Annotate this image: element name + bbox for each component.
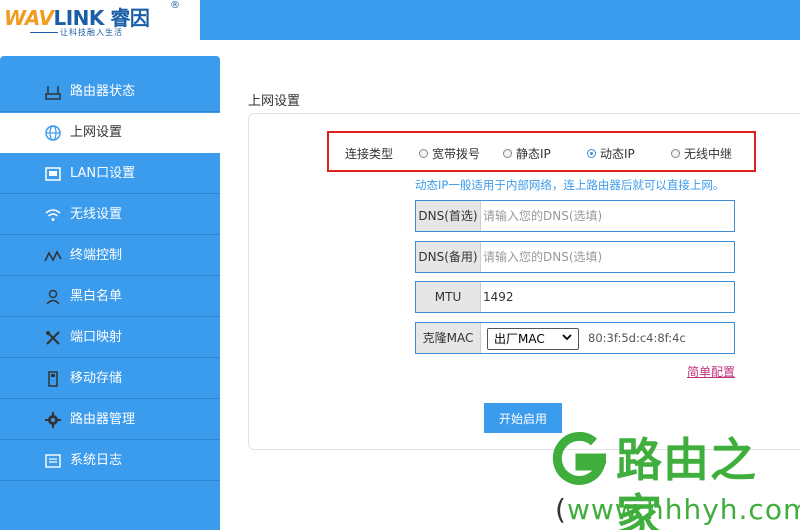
start-enable-button[interactable]: 开始启用 (484, 403, 562, 433)
sidebar-item-label: 黑白名单 (70, 289, 123, 304)
sidebar-item-label: 无线设置 (70, 207, 123, 222)
sidebar-item-system-log[interactable]: 系统日志 (0, 441, 220, 481)
dns-primary-field: DNS(首选) (415, 200, 735, 232)
radio-dynamic-ip[interactable]: 动态IP (587, 145, 635, 162)
sidebar-item-label: 上网设置 (70, 125, 123, 140)
mac-source-select[interactable]: 出厂MAC (487, 328, 579, 350)
dynamic-ip-hint: 动态IP一般适用于内部网络，连上路由器后就可以直接上网。 (415, 178, 725, 192)
watermark-url-open: ( (555, 493, 567, 526)
sidebar-item-port-mapping[interactable]: 端口映射 (0, 318, 220, 358)
sidebar-item-label: 端口映射 (70, 330, 123, 345)
sidebar-item-blacklist[interactable]: 黑白名单 (0, 277, 220, 317)
connection-type-label: 连接类型 (345, 147, 394, 161)
sidebar-item-label: 路由器状态 (70, 84, 136, 99)
sidebar: 路由器状态 上网设置 LAN口设置 无线设置 终端控制 黑白名单 端口映射 移动… (0, 56, 220, 530)
simple-config-link[interactable]: 简单配置 (687, 363, 735, 380)
sidebar-item-label: 路由器管理 (70, 412, 136, 427)
page-title: 上网设置 (248, 94, 301, 109)
mtu-field: MTU (415, 281, 735, 313)
sidebar-item-wireless-settings[interactable]: 无线设置 (0, 195, 220, 235)
radio-label: 静态IP (516, 147, 551, 161)
radio-label: 宽带拨号 (432, 147, 481, 161)
slogan-divider (30, 32, 58, 33)
router-icon (45, 86, 61, 100)
sidebar-item-label: 终端控制 (70, 248, 123, 263)
radio-pppoe[interactable]: 宽带拨号 (419, 145, 480, 162)
user-icon (46, 289, 60, 305)
chevron-down-icon (562, 334, 572, 341)
watermark-url: (www.hhhyh.com) (555, 492, 800, 528)
clone-mac-label: 克隆MAC (416, 323, 481, 353)
mtu-input[interactable] (483, 282, 733, 312)
radio-checked-icon (587, 149, 596, 158)
sidebar-item-router-status[interactable]: 路由器状态 (0, 72, 220, 112)
sidebar-item-lan-settings[interactable]: LAN口设置 (0, 154, 220, 194)
watermark-url-body: www.hhhyh.com (566, 493, 800, 526)
sidebar-item-internet-settings[interactable]: 上网设置 (0, 113, 220, 153)
mtu-label: MTU (416, 282, 481, 312)
wifi-icon (45, 209, 61, 221)
dns-secondary-field: DNS(备用) (415, 241, 735, 273)
brand-logo: WAVLINK 睿因 ® 让科技融入生活 (0, 0, 200, 40)
mac-address-value: 80:3f:5d:c4:8f:4c (588, 331, 686, 345)
radio-circle-icon (503, 149, 512, 158)
sidebar-item-label: 移动存储 (70, 371, 123, 386)
brand-slogan: 让科技融入生活 (60, 28, 123, 37)
dns-secondary-input[interactable] (483, 242, 733, 272)
radio-static-ip[interactable]: 静态IP (503, 145, 551, 162)
dns-primary-label: DNS(首选) (416, 201, 481, 231)
sidebar-item-label: LAN口设置 (70, 166, 136, 181)
sidebar-item-terminal-control[interactable]: 终端控制 (0, 236, 220, 276)
brand-prefix: WAV (4, 6, 54, 30)
top-header: WAVLINK 睿因 ® 让科技融入生活 (0, 0, 800, 40)
sidebar-item-mobile-storage[interactable]: 移动存储 (0, 359, 220, 399)
mac-select-value: 出厂MAC (494, 332, 545, 346)
radio-wireless-repeater[interactable]: 无线中继 (671, 145, 732, 162)
registered-mark: ® (170, 0, 180, 11)
wave-icon (44, 250, 62, 262)
dns-primary-input[interactable] (483, 201, 733, 231)
gear-icon (45, 412, 61, 428)
connection-type-group: 连接类型 宽带拨号 静态IP 动态IP 无线中继 (327, 131, 756, 172)
lan-port-icon (45, 167, 61, 181)
log-icon (45, 454, 61, 468)
usb-icon (48, 371, 58, 387)
tools-icon (46, 331, 60, 345)
radio-label: 动态IP (600, 147, 635, 161)
dns-secondary-label: DNS(备用) (416, 242, 481, 272)
radio-circle-icon (671, 149, 680, 158)
sidebar-item-label: 系统日志 (70, 453, 123, 468)
globe-icon (45, 125, 61, 141)
radio-label: 无线中继 (684, 147, 733, 161)
watermark-logo-icon (552, 432, 607, 485)
clone-mac-field: 克隆MAC 出厂MAC 80:3f:5d:c4:8f:4c (415, 322, 735, 354)
sidebar-item-router-management[interactable]: 路由器管理 (0, 400, 220, 440)
radio-circle-icon (419, 149, 428, 158)
